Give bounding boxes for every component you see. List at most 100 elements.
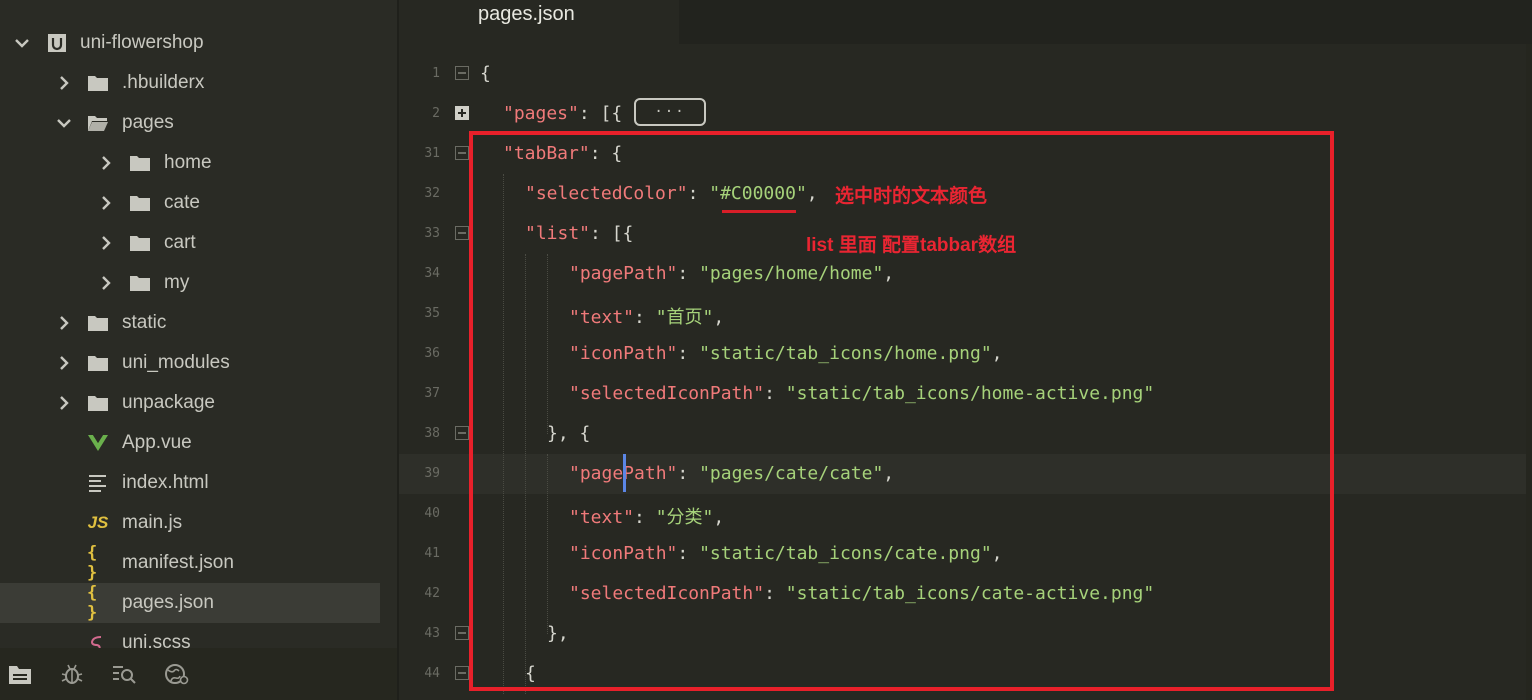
chevron-right-icon[interactable]	[96, 233, 116, 253]
tree-item-label: index.html	[122, 472, 209, 493]
json-punctuation: {	[480, 63, 491, 84]
tree-item-label: App.vue	[122, 432, 192, 453]
folder-icon	[129, 273, 151, 293]
browser-icon[interactable]	[162, 660, 190, 688]
tree-item-label: .hbuilderx	[122, 72, 205, 93]
search-list-icon[interactable]	[110, 660, 138, 688]
tree-item-label: manifest.json	[122, 552, 234, 573]
line-number: 40	[424, 506, 440, 521]
tree-item-home[interactable]: home	[0, 143, 380, 183]
editor-scrollbar[interactable]	[1526, 44, 1532, 700]
folder-icon	[129, 193, 151, 213]
editor-tab-bar: pages.json	[399, 0, 1532, 44]
line-number: 42	[424, 586, 440, 601]
tree-item-uni-modules[interactable]: uni_modules	[0, 343, 380, 383]
annotation-highlight-box	[469, 131, 1334, 691]
line-number: 34	[424, 266, 440, 281]
project-root-item[interactable]: uni-flowershop	[0, 23, 380, 63]
collapse-fold-icon[interactable]	[455, 426, 469, 440]
chevron-right-icon[interactable]	[54, 73, 74, 93]
folder-icon	[87, 313, 109, 333]
chevron-right-icon[interactable]	[54, 313, 74, 333]
chevron-right-icon[interactable]	[54, 353, 74, 373]
annotation-underline	[722, 210, 796, 213]
file-lines-icon	[87, 473, 109, 493]
line-number: 31	[424, 146, 440, 161]
files-icon[interactable]	[6, 660, 34, 688]
tree-item-label: uni_modules	[122, 352, 230, 373]
collapse-fold-icon[interactable]	[455, 666, 469, 680]
line-number: 39	[424, 466, 440, 481]
code-line[interactable]: 2 "pages": [{	[399, 94, 1532, 134]
file-explorer-sidebar: uni-flowershop .hbuilderx pages home cate ca…	[0, 0, 397, 700]
js-icon: JS	[87, 513, 109, 533]
chevron-right-icon[interactable]	[54, 393, 74, 413]
chevron-right-icon[interactable]	[96, 153, 116, 173]
line-number: 36	[424, 346, 440, 361]
tree-item-pages[interactable]: pages	[0, 103, 380, 143]
folded-code-placeholder[interactable]: ···	[634, 98, 706, 126]
vue-icon	[87, 433, 109, 453]
line-number: 2	[432, 106, 440, 121]
chevron-down-icon[interactable]	[12, 33, 32, 53]
tree-item-pages-json[interactable]: { } pages.json	[0, 583, 380, 623]
tree-item-unpackage[interactable]: unpackage	[0, 383, 380, 423]
project-label: uni-flowershop	[80, 32, 204, 53]
tree-item-main-js[interactable]: JS main.js	[0, 503, 380, 543]
collapse-fold-icon[interactable]	[455, 146, 469, 160]
json-icon-text: { }	[87, 543, 98, 583]
tree-item-manifest-json[interactable]: { } manifest.json	[0, 543, 380, 583]
tree-item-label: cate	[164, 192, 200, 213]
annotation-list-note: list 里面 配置tabbar数组	[806, 235, 1017, 256]
tree-item-label: pages.json	[122, 592, 214, 613]
line-number: 1	[432, 66, 440, 81]
line-number: 41	[424, 546, 440, 561]
code-text: "pages": [{	[503, 103, 622, 124]
line-number: 37	[424, 386, 440, 401]
expand-fold-icon[interactable]	[455, 106, 469, 120]
chevron-right-icon[interactable]	[96, 193, 116, 213]
json-key: "pages"	[503, 103, 579, 124]
tree-item-static[interactable]: static	[0, 303, 380, 343]
tree-item-hbuilderx[interactable]: .hbuilderx	[0, 63, 380, 103]
tree-item-cate[interactable]: cate	[0, 183, 380, 223]
folder-icon	[129, 153, 151, 173]
code-line[interactable]: 1{	[399, 54, 1532, 94]
tree-item-label: unpackage	[122, 392, 215, 413]
json-icon-text: { }	[87, 583, 98, 623]
json-icon: { }	[87, 543, 109, 583]
code-text: {	[480, 63, 491, 84]
tree-item-label: main.js	[122, 512, 183, 533]
collapse-fold-icon[interactable]	[455, 226, 469, 240]
line-number: 38	[424, 426, 440, 441]
tree-item-label: static	[122, 312, 167, 333]
folder-icon	[87, 393, 109, 413]
line-number: 43	[424, 626, 440, 641]
line-number: 44	[424, 666, 440, 681]
sidebar-bottom-toolbar	[0, 648, 397, 700]
collapse-fold-icon[interactable]	[455, 66, 469, 80]
annotation-selected-color: 选中时的文本颜色	[835, 186, 988, 207]
tree-item-index-html[interactable]: index.html	[0, 463, 380, 503]
json-punctuation: : [{	[578, 103, 623, 124]
tree-item-label: home	[164, 152, 212, 173]
line-number: 33	[424, 226, 440, 241]
tab-pages-json[interactable]: pages.json	[399, 0, 679, 44]
chevron-right-icon[interactable]	[96, 273, 116, 293]
line-number: 32	[424, 186, 440, 201]
folder-open-icon	[87, 113, 109, 133]
tab-label: pages.json	[478, 3, 575, 25]
chevron-down-icon[interactable]	[54, 113, 74, 133]
tree-item-cart[interactable]: cart	[0, 223, 380, 263]
debug-bug-icon[interactable]	[58, 660, 86, 688]
project-icon	[46, 33, 68, 53]
json-icon: { }	[87, 583, 109, 623]
folder-icon	[87, 353, 109, 373]
tree-item-my[interactable]: my	[0, 263, 380, 303]
tree-item-app-vue[interactable]: App.vue	[0, 423, 380, 463]
tree-item-label: pages	[122, 112, 174, 133]
collapse-fold-icon[interactable]	[455, 626, 469, 640]
tree-item-label: my	[164, 272, 190, 293]
folder-icon	[87, 73, 109, 93]
js-icon-text: JS	[87, 513, 109, 532]
